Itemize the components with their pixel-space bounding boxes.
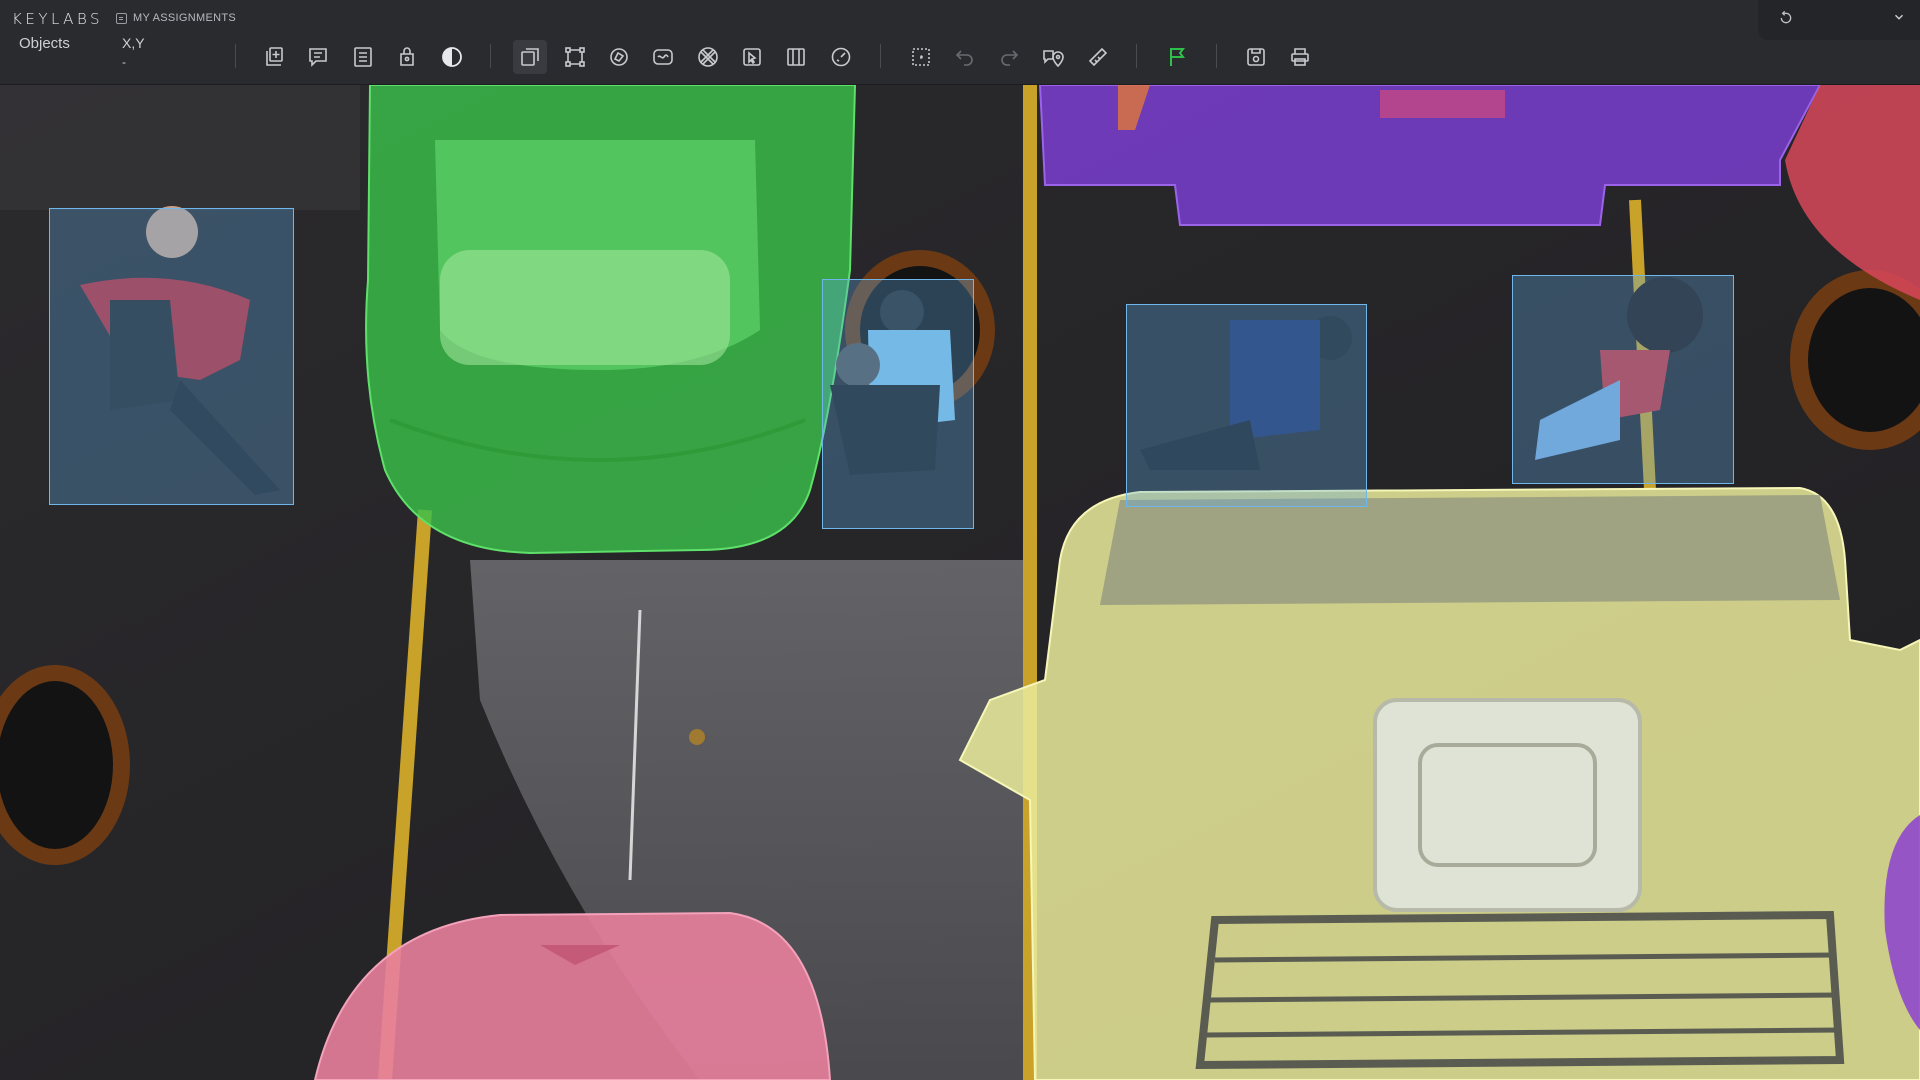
brush-button[interactable] xyxy=(646,40,680,74)
selection-box-button[interactable] xyxy=(904,40,938,74)
person-bounding-box[interactable] xyxy=(1512,275,1734,484)
brush-icon xyxy=(653,49,673,65)
contrast-icon xyxy=(442,47,462,67)
toolbar-divider xyxy=(1216,44,1217,68)
list-icon xyxy=(354,47,372,67)
contrast-button[interactable] xyxy=(435,40,469,74)
comment-icon xyxy=(309,48,327,67)
toolbar-divider xyxy=(235,44,236,68)
print-icon xyxy=(1291,48,1309,66)
mask-icon xyxy=(400,47,414,66)
person-bounding-box[interactable] xyxy=(49,208,294,505)
mask-button[interactable] xyxy=(390,40,424,74)
copy-frame-button[interactable] xyxy=(513,40,547,74)
list-button[interactable] xyxy=(346,40,380,74)
flag-button[interactable] xyxy=(1160,40,1194,74)
location-comment-button[interactable] xyxy=(1036,40,1070,74)
copy-frame-icon xyxy=(521,48,539,66)
polygon-button[interactable] xyxy=(602,40,636,74)
flag-icon xyxy=(1170,48,1185,66)
toolbar-divider xyxy=(880,44,881,68)
selection-box-icon xyxy=(912,48,930,66)
points-icon xyxy=(565,47,585,67)
smart-select-button[interactable] xyxy=(735,40,769,74)
save-button[interactable] xyxy=(1239,40,1273,74)
my-assignments-link[interactable]: MY ASSIGNMENTS xyxy=(116,12,236,24)
polygon-icon xyxy=(610,48,628,66)
undo-button[interactable] xyxy=(948,40,982,74)
print-button[interactable] xyxy=(1283,40,1317,74)
pattern-button[interactable] xyxy=(691,40,725,74)
grid-button[interactable] xyxy=(779,40,813,74)
smart-select-icon xyxy=(743,48,761,66)
ruler-button[interactable] xyxy=(1081,40,1115,74)
person-bounding-box[interactable] xyxy=(822,279,974,529)
top-toolbar: KEYLABS MY ASSIGNMENTS Objects X,Y - xyxy=(0,0,1920,85)
brand-logo: KEYLABS xyxy=(12,10,104,28)
toolbar-divider xyxy=(1136,44,1137,68)
location-comment-icon xyxy=(1043,50,1064,68)
tab-objects[interactable]: Objects xyxy=(19,35,70,52)
new-object-icon xyxy=(266,47,283,66)
ruler-icon xyxy=(1088,47,1108,67)
annotation-canvas[interactable] xyxy=(0,85,1920,1080)
person-bounding-box[interactable] xyxy=(1126,304,1367,507)
xy-value: - xyxy=(122,55,126,69)
pattern-icon xyxy=(698,47,718,67)
right-panel-toggle xyxy=(1758,0,1920,40)
my-assignments-label: MY ASSIGNMENTS xyxy=(133,12,237,24)
timer-button[interactable] xyxy=(824,40,858,74)
comment-button[interactable] xyxy=(301,40,335,74)
chevron-down-icon[interactable] xyxy=(1892,10,1906,24)
timer-icon xyxy=(831,47,851,67)
xy-label: X,Y xyxy=(122,35,145,51)
redo-icon xyxy=(1001,50,1019,66)
undo-icon xyxy=(955,50,973,66)
assignments-icon xyxy=(116,12,127,24)
save-icon xyxy=(1247,48,1265,66)
grid-icon xyxy=(787,48,805,66)
toolbar-divider xyxy=(490,44,491,68)
rotate-icon[interactable] xyxy=(1778,10,1794,26)
redo-button[interactable] xyxy=(992,40,1026,74)
points-button[interactable] xyxy=(558,40,592,74)
new-object-button[interactable] xyxy=(257,40,291,74)
